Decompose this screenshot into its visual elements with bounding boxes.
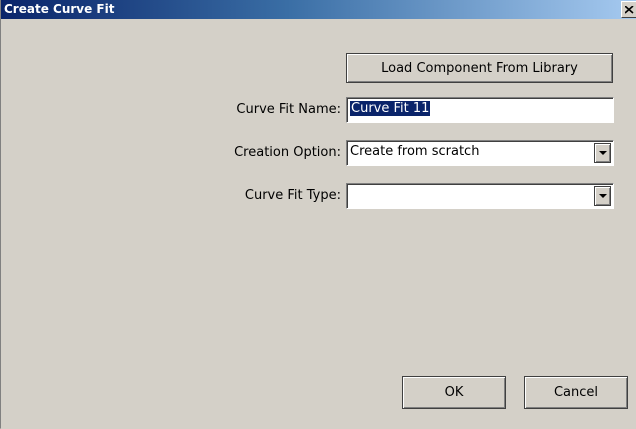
window-title: Create Curve Fit xyxy=(4,2,115,16)
chevron-down-icon xyxy=(599,151,607,155)
close-icon xyxy=(625,6,634,14)
curve-fit-type-dropdown-button[interactable] xyxy=(594,186,611,206)
close-button[interactable] xyxy=(621,1,636,18)
creation-option-label: Creation Option: xyxy=(234,145,341,160)
create-curve-fit-dialog: Create Curve Fit Load Component From Lib… xyxy=(0,0,636,429)
curve-fit-type-select[interactable] xyxy=(346,183,614,209)
chevron-down-icon xyxy=(599,194,607,198)
creation-option-select[interactable]: Create from scratch xyxy=(346,140,614,166)
creation-option-value: Create from scratch xyxy=(350,144,480,159)
cancel-button[interactable]: Cancel xyxy=(524,376,628,409)
load-from-library-button[interactable]: Load Component From Library xyxy=(346,53,613,83)
curve-fit-type-label: Curve Fit Type: xyxy=(244,188,341,203)
curve-fit-name-label: Curve Fit Name: xyxy=(236,102,341,117)
creation-option-dropdown-button[interactable] xyxy=(594,143,611,163)
curve-fit-name-value: Curve Fit 11 xyxy=(350,101,431,116)
title-bar[interactable]: Create Curve Fit xyxy=(1,0,636,19)
ok-button[interactable]: OK xyxy=(402,376,506,409)
curve-fit-name-input[interactable]: Curve Fit 11 xyxy=(346,97,614,123)
